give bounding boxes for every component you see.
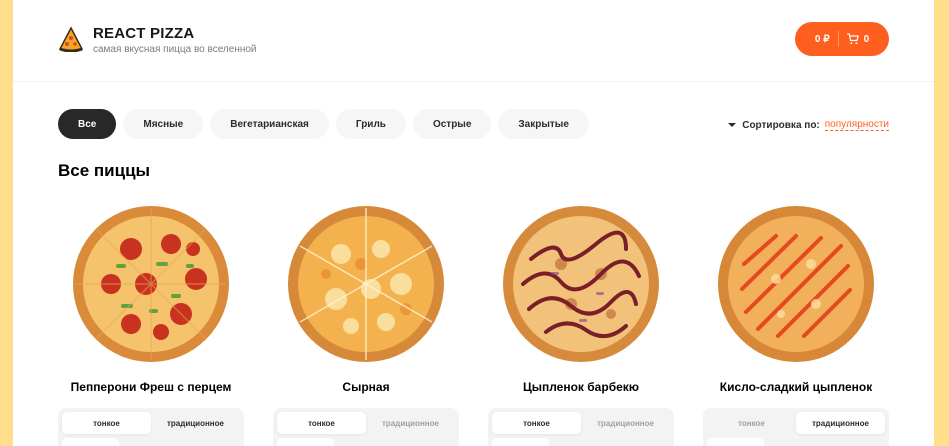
- dough-thin-option[interactable]: тонкое: [707, 412, 796, 434]
- pizza-image: [288, 206, 444, 362]
- dough-traditional-option[interactable]: традиционное: [581, 412, 670, 434]
- category-grill[interactable]: Гриль: [335, 109, 406, 139]
- pizza-options: тонкое традиционное: [58, 408, 244, 446]
- category-closed[interactable]: Закрытые: [498, 109, 589, 139]
- pizza-image: [73, 206, 229, 362]
- pizza-options: тонкое традиционное: [703, 408, 889, 446]
- cart-divider: [837, 31, 839, 47]
- category-all[interactable]: Все: [58, 109, 117, 139]
- pizza-image: [503, 206, 659, 362]
- cart-count: 0: [863, 33, 870, 45]
- category-spicy[interactable]: Острые: [412, 109, 492, 139]
- caret-down-icon: [728, 123, 737, 127]
- header: REACT PIZZA самая вкусная пицца во вселе…: [13, 0, 934, 82]
- dough-thin-option[interactable]: тонкое: [277, 412, 366, 434]
- dough-traditional-option[interactable]: традиционное: [366, 412, 455, 434]
- category-vegetarian[interactable]: Вегетарианская: [210, 109, 329, 139]
- sort-label: Сортировка по:: [742, 119, 820, 131]
- size-option[interactable]: [62, 438, 119, 446]
- cart-icon: [846, 33, 859, 45]
- sort-control[interactable]: Сортировка по: популярности: [728, 119, 889, 131]
- dough-traditional-option[interactable]: традиционное: [151, 412, 240, 434]
- pizza-name: Цыпленок барбекю: [522, 380, 640, 394]
- page-wrapper: REACT PIZZA самая вкусная пицца во вселе…: [13, 0, 934, 446]
- sort-value[interactable]: популярности: [824, 119, 889, 131]
- dough-thin-option[interactable]: тонкое: [492, 412, 581, 434]
- pizza-name: Кисло-сладкий цыпленок: [719, 380, 873, 394]
- pizza-name: Пепперони Фреш с перцем: [70, 380, 232, 394]
- cart-price: 0 ₽: [814, 33, 830, 45]
- pizza-options: тонкое традиционное: [273, 408, 459, 446]
- dough-thin-option[interactable]: тонкое: [62, 412, 151, 434]
- dough-traditional-option[interactable]: традиционное: [796, 412, 885, 434]
- logo-subtitle: самая вкусная пицца во вселенной: [93, 44, 257, 55]
- logo-title[interactable]: REACT PIZZA: [93, 25, 194, 42]
- size-option[interactable]: [492, 438, 549, 446]
- pizza-name: Сырная: [342, 380, 390, 394]
- pizza-image: [718, 206, 874, 362]
- cart-button[interactable]: 0 ₽ 0: [795, 22, 889, 56]
- category-meat[interactable]: Мясные: [123, 109, 204, 139]
- section-title: Все пиццы: [58, 161, 151, 180]
- category-list: Все Мясные Вегетарианская Гриль Острые З…: [58, 109, 589, 139]
- size-option[interactable]: [707, 438, 764, 446]
- pizza-slice-icon: [58, 26, 84, 52]
- pizza-options: тонкое традиционное: [488, 408, 674, 446]
- size-option[interactable]: [277, 438, 334, 446]
